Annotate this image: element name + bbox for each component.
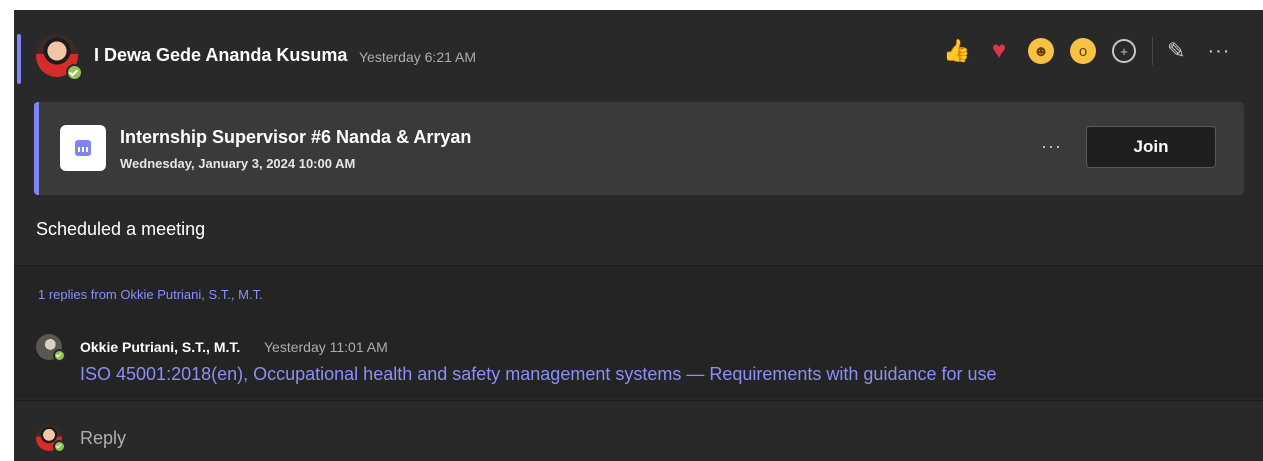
- calendar-icon: [60, 125, 106, 171]
- replies-summary-link[interactable]: 1 replies from Okkie Putriani, S.T., M.T…: [38, 287, 263, 302]
- add-reaction-icon[interactable]: +: [1112, 39, 1136, 63]
- presence-available-icon: [66, 64, 83, 81]
- surprised-face-icon[interactable]: o: [1070, 38, 1096, 64]
- laughing-face-icon[interactable]: ☻: [1028, 38, 1054, 64]
- reply-link[interactable]: ISO 45001:2018(en), Occupational health …: [80, 364, 997, 385]
- pencil-icon[interactable]: ✎: [1167, 38, 1185, 64]
- join-button[interactable]: Join: [1086, 126, 1216, 168]
- meeting-title[interactable]: Internship Supervisor #6 Nanda & Arryan: [120, 127, 471, 148]
- reply-button[interactable]: Reply: [80, 428, 126, 449]
- divider: [14, 265, 1263, 266]
- meeting-more-button[interactable]: ···: [1041, 136, 1062, 157]
- thumbs-up-icon[interactable]: 👍: [943, 38, 970, 64]
- message-thread: I Dewa Gede Ananda Kusuma Yesterday 6:21…: [14, 10, 1263, 461]
- presence-available-icon: [53, 349, 66, 362]
- reaction-bar: 👍 ♥ ☻ o + ✎ ···: [943, 36, 1230, 66]
- message-author[interactable]: I Dewa Gede Ananda Kusuma: [94, 45, 347, 66]
- reply-timestamp: Yesterday 11:01 AM: [264, 339, 388, 355]
- message-timestamp: Yesterday 6:21 AM: [359, 49, 477, 65]
- more-options-icon[interactable]: ···: [1207, 40, 1230, 63]
- heart-icon[interactable]: ♥: [986, 38, 1012, 64]
- calendar-glyph: [75, 140, 91, 156]
- meeting-card[interactable]: Internship Supervisor #6 Nanda & Arryan …: [34, 102, 1244, 195]
- message-body: Scheduled a meeting: [36, 219, 206, 239]
- reply-author[interactable]: Okkie Putriani, S.T., M.T.: [80, 339, 240, 355]
- unread-indicator: [17, 34, 21, 84]
- top-strip: [0, 0, 1263, 10]
- reaction-divider: [1152, 37, 1153, 65]
- presence-available-icon: [53, 440, 66, 453]
- reply-composer[interactable]: [14, 400, 1263, 461]
- divider: [14, 400, 1263, 401]
- meeting-datetime: Wednesday, January 3, 2024 10:00 AM: [120, 156, 356, 171]
